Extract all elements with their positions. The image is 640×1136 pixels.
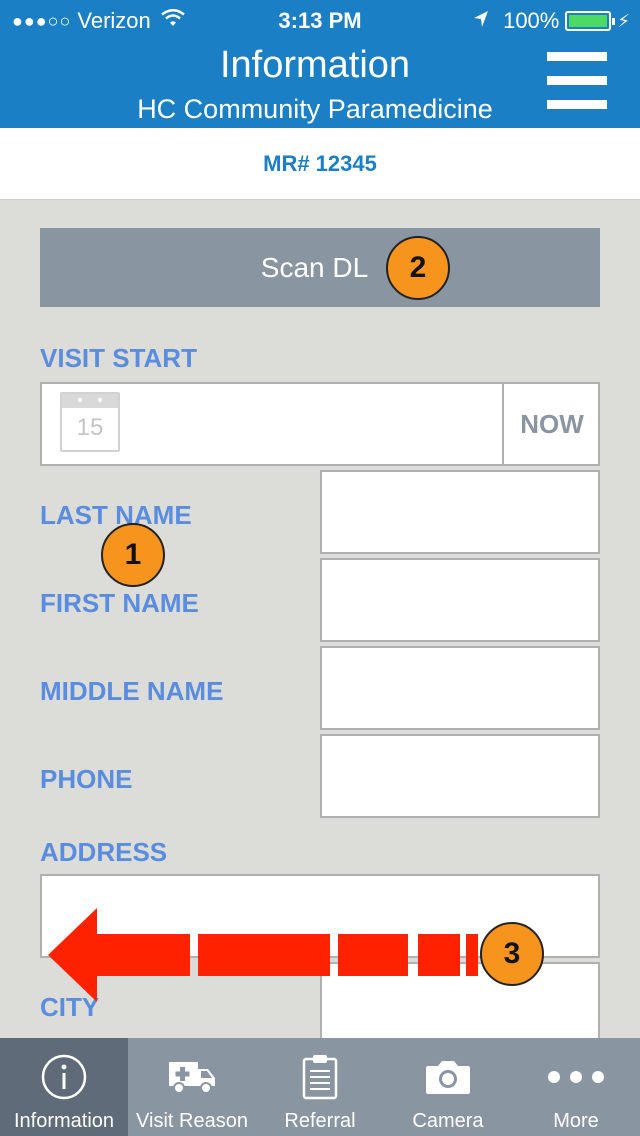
phone-label: PHONE [40,764,133,794]
record-bar: MR# 12345 [0,128,640,200]
annotation-badge-3: 3 [480,922,544,986]
more-icon [512,1052,640,1102]
charging-icon: ⚡ [617,10,630,31]
tab-label: Visit Reason [136,1110,248,1132]
tab-information[interactable]: Information [0,1038,128,1136]
middle-name-label: MIDDLE NAME [40,676,224,706]
battery-percent: 100% [503,8,560,33]
tab-bar: Information Visit Reason Referral Camera… [0,1038,640,1136]
info-icon [0,1052,128,1102]
hamburger-menu-icon[interactable] [547,52,607,114]
medical-record-number: MR# 12345 [263,151,377,176]
tab-more[interactable]: More [512,1038,640,1136]
status-bar: ●●●○○ Verizon 3:13 PM 100% ⚡ [0,0,640,40]
page-subtitle: HC Community Paramedicine [137,94,493,124]
tab-label: More [553,1110,599,1132]
annotation-badge-2: 2 [386,236,450,300]
ambulance-icon [128,1052,256,1102]
phone-field[interactable] [320,734,600,818]
page-title: Information [219,44,411,86]
battery-icon [565,11,616,31]
tab-referral[interactable]: Referral [256,1038,384,1136]
scan-dl-label: Scan DL [260,251,369,283]
tab-label: Referral [284,1110,356,1132]
swipe-left-arrow [48,908,478,1002]
calendar-day: 15 [76,414,104,441]
location-arrow-icon [473,10,489,33]
now-button[interactable]: NOW [502,382,600,466]
tab-label: Camera [412,1110,484,1132]
tab-label: Information [13,1110,115,1132]
address-label: ADDRESS [40,837,168,867]
app-header: ●●●○○ Verizon 3:13 PM 100% ⚡ Information… [0,0,640,128]
camera-icon [384,1052,512,1102]
clipboard-icon [256,1052,384,1102]
annotation-badge-1: 1 [101,523,165,587]
tab-camera[interactable]: Camera [384,1038,512,1136]
last-name-label: LAST NAME [40,500,192,530]
visit-start-label: VISIT START [40,343,197,373]
first-name-field[interactable] [320,558,600,642]
calendar-icon[interactable]: 15 [60,392,120,452]
first-name-label: FIRST NAME [40,588,199,618]
last-name-field[interactable] [320,470,600,554]
tab-visit-reason[interactable]: Visit Reason [128,1038,256,1136]
scan-dl-button[interactable]: Scan DL [40,228,600,307]
middle-name-field[interactable] [320,646,600,730]
